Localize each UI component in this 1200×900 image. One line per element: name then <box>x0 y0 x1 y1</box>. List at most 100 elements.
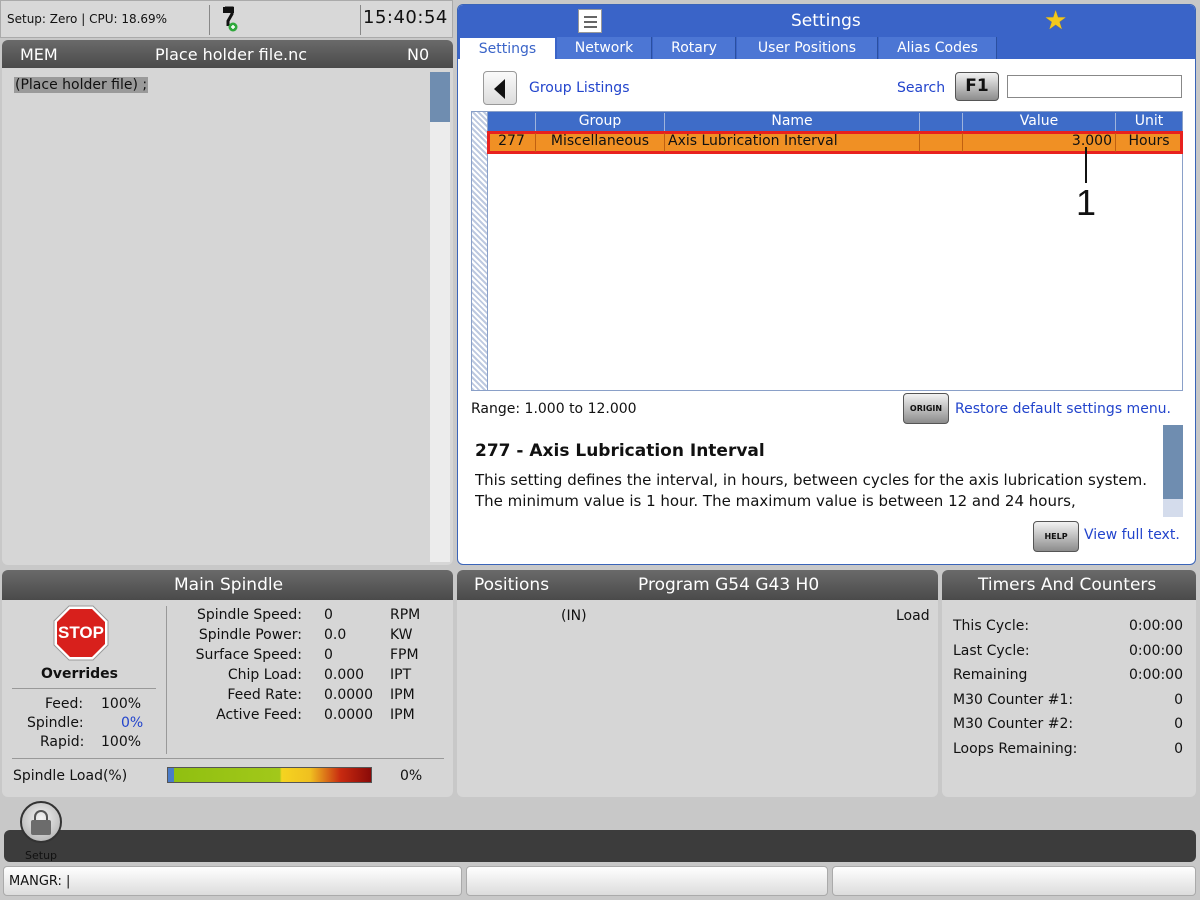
overrides-label: Overrides <box>41 666 118 682</box>
program-mode: MEM <box>20 45 58 64</box>
spindle-load-bar <box>167 767 372 783</box>
timer-label: Last Cycle: <box>953 642 1030 659</box>
stat-value: 0 <box>324 647 333 663</box>
list-item: M30 Counter #1: 0 <box>953 692 1183 717</box>
stat-unit: IPT <box>390 667 412 683</box>
program-header: MEM Place holder file.nc N0 <box>2 40 453 68</box>
override-feed-label: Feed: <box>45 696 84 712</box>
divider <box>209 5 210 35</box>
cell-value[interactable]: 3.000 <box>963 133 1116 152</box>
positions-title: Positions <box>474 575 550 595</box>
timer-label: Remaining <box>953 667 1028 684</box>
bottom-toolbar <box>4 830 1196 862</box>
view-full-text-link[interactable]: View full text. <box>1084 527 1180 543</box>
override-spindle-label: Spindle: <box>27 715 84 731</box>
tab-user-positions[interactable]: User Positions <box>737 37 878 59</box>
stat-row: Active Feed: 0.0000 IPM <box>170 707 450 727</box>
stat-unit: FPM <box>390 647 419 663</box>
column-header-unit: Unit <box>1134 113 1164 129</box>
spindle-load-label: Spindle Load(%) <box>13 768 128 784</box>
back-arrow-icon <box>494 79 505 99</box>
timer-value: 0 <box>1174 740 1183 757</box>
list-item: M30 Counter #2: 0 <box>953 716 1183 741</box>
settings-table: Group Name Value Unit 277 Miscellaneous … <box>471 111 1183 391</box>
main-spindle-title: Main Spindle <box>174 575 284 595</box>
status-field <box>466 866 828 896</box>
stat-label: Chip Load: <box>227 667 302 683</box>
spindle-stats: Spindle Speed: 0 RPM Spindle Power: 0.0 … <box>170 607 450 727</box>
cell-group: Miscellaneous <box>536 133 665 152</box>
column-header-name: Name <box>665 113 920 133</box>
row-selector-column <box>472 112 488 390</box>
override-feed-value: 100% <box>101 696 142 712</box>
stat-value: 0.0000 <box>324 707 373 723</box>
override-spindle-value: 0% <box>121 715 144 731</box>
divider <box>166 606 167 754</box>
override-rapid-value: 100% <box>101 734 142 750</box>
program-scrollbar[interactable] <box>430 72 450 562</box>
timer-label: Loops Remaining: <box>953 740 1078 757</box>
positions-units: (IN) <box>561 608 587 624</box>
stat-label: Surface Speed: <box>195 647 302 663</box>
tab-network[interactable]: Network <box>557 37 652 59</box>
description-body: This setting defines the interval, in ho… <box>475 471 1148 514</box>
stop-sign-icon: STOP <box>52 604 110 662</box>
tab-settings[interactable]: Settings <box>459 37 556 59</box>
timers-panel: Timers And Counters This Cycle: 0:00:00 … <box>942 570 1196 797</box>
usb-icon[interactable] <box>217 5 241 33</box>
timer-value: 0:00:00 <box>1129 642 1183 659</box>
restore-defaults-link[interactable]: Restore default settings menu. <box>955 401 1171 417</box>
stop-label: STOP <box>58 623 104 642</box>
cell-number: 277 <box>488 133 536 152</box>
help-key-button[interactable]: HELP <box>1033 521 1079 552</box>
timer-value: 0 <box>1174 716 1183 733</box>
back-button[interactable] <box>483 71 517 105</box>
positions-load-label: Load <box>896 608 930 624</box>
command-input[interactable]: MANGR: | <box>3 866 462 896</box>
stat-value: 0.0 <box>324 627 347 643</box>
setup-label: Setup <box>25 849 58 862</box>
stat-label: Feed Rate: <box>227 687 302 703</box>
f1-key-button[interactable]: F1 <box>955 72 999 101</box>
settings-title: Settings <box>791 11 861 31</box>
list-item: Last Cycle: 0:00:00 <box>953 643 1183 668</box>
menu-icon[interactable] <box>578 9 602 33</box>
favorite-star-icon[interactable]: ★ <box>1044 7 1067 35</box>
stat-unit: KW <box>390 627 413 643</box>
override-rapid-label: Rapid: <box>40 734 85 750</box>
main-spindle-panel: Main Spindle STOP Overrides Feed: 100% S… <box>2 570 453 797</box>
stat-label: Spindle Power: <box>198 627 302 643</box>
timers-title: Timers And Counters <box>978 575 1157 595</box>
clock: 15:40:54 <box>363 7 448 28</box>
scrollbar-thumb[interactable] <box>1163 425 1183 499</box>
timer-value: 0:00:00 <box>1129 667 1183 684</box>
cell-name: Axis Lubrication Interval <box>665 133 920 152</box>
stat-label: Active Feed: <box>216 707 302 723</box>
spindle-load-value: 0% <box>400 768 423 784</box>
search-label: Search <box>897 80 946 96</box>
timer-label: M30 Counter #2: <box>953 716 1074 733</box>
settings-panel: Settings ★ Settings Network Rotary User … <box>457 4 1196 565</box>
list-item: This Cycle: 0:00:00 <box>953 618 1183 643</box>
positions-program: Program G54 G43 H0 <box>638 575 820 595</box>
settings-tabs: Settings Network Rotary User Positions A… <box>458 37 1195 59</box>
description-scrollbar[interactable] <box>1163 425 1183 517</box>
tab-rotary[interactable]: Rotary <box>653 37 736 59</box>
stat-row: Spindle Power: 0.0 KW <box>170 627 450 647</box>
search-input[interactable] <box>1007 75 1182 98</box>
stat-unit: IPM <box>390 687 415 703</box>
group-listings-link[interactable]: Group Listings <box>529 80 630 96</box>
settings-title-bar: Settings <box>458 5 1195 37</box>
setup-lock-button[interactable] <box>20 801 62 843</box>
timer-label: M30 Counter #1: <box>953 691 1074 708</box>
table-row[interactable]: 277 Miscellaneous Axis Lubrication Inter… <box>487 131 1183 154</box>
stat-row: Feed Rate: 0.0000 IPM <box>170 687 450 707</box>
stat-row: Spindle Speed: 0 RPM <box>170 607 450 627</box>
scrollbar-thumb[interactable] <box>430 72 450 122</box>
positions-panel: Positions Program G54 G43 H0 (IN) Load <box>457 570 938 797</box>
stat-unit: RPM <box>390 607 421 623</box>
tab-alias-codes[interactable]: Alias Codes <box>879 37 997 59</box>
program-code-line[interactable]: (Place holder file) ; <box>14 77 149 93</box>
origin-key-button[interactable]: ORIGIN <box>903 393 949 424</box>
timers-list: This Cycle: 0:00:00 Last Cycle: 0:00:00 … <box>953 618 1183 766</box>
